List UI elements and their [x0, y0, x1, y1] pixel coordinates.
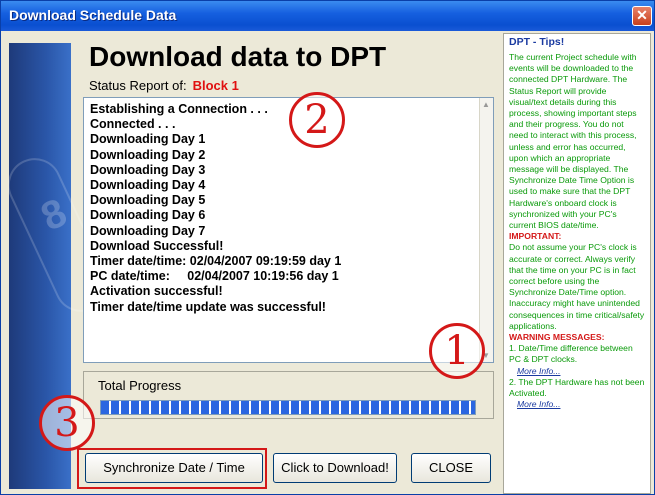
- tips-important-label: IMPORTANT:: [509, 231, 562, 242]
- tips-warning-2: 2. The DPT Hardware has not been Activat…: [509, 376, 645, 399]
- status-log[interactable]: ▲ ▼ Establishing a Connection . . . Conne…: [83, 97, 494, 363]
- click-to-download-button[interactable]: Click to Download!: [273, 453, 397, 483]
- log-line: Downloading Day 7: [90, 223, 206, 238]
- annotation-marker-1: 1: [429, 323, 485, 379]
- log-line: Timer date/time: 02/04/2007 09:19:59 day…: [90, 254, 342, 269]
- log-line: Download Successful!: [90, 238, 224, 253]
- status-report-block: Block 1: [192, 78, 239, 93]
- log-line: Downloading Day 6: [90, 208, 206, 223]
- log-line: Downloading Day 5: [90, 193, 206, 208]
- log-line: Activation successful!: [90, 284, 223, 299]
- page-title: Download data to DPT: [89, 41, 387, 72]
- status-report-row: Status Report of: Block 1: [89, 78, 239, 93]
- tips-important-text: Do not assume your PC's clock is accurat…: [509, 242, 645, 331]
- log-scrollbar[interactable]: ▲ ▼: [479, 98, 493, 362]
- more-info-link-1[interactable]: More Info...: [517, 366, 645, 377]
- log-line: Downloading Day 1: [90, 132, 206, 147]
- tips-panel: DPT - Tips! The current Project schedule…: [503, 33, 651, 494]
- tips-title: DPT - Tips!: [509, 36, 565, 48]
- sync-button-highlight: [77, 448, 267, 489]
- progress-bar-fill: [101, 401, 475, 414]
- log-line: Timer date/time update was successful!: [90, 299, 326, 314]
- more-info-link-2[interactable]: More Info...: [517, 399, 645, 410]
- log-line: Downloading Day 2: [90, 147, 206, 162]
- log-line: Downloading Day 4: [90, 178, 206, 193]
- download-schedule-window: Download Schedule Data ✕ 8 Download data…: [0, 0, 655, 495]
- total-progress-panel: Total Progress: [83, 371, 494, 419]
- scroll-up-icon[interactable]: ▲: [482, 100, 490, 109]
- log-line: PC date/time: 02/04/2007 10:19:56 day 1: [90, 269, 339, 284]
- log-line: Downloading Day 3: [90, 162, 206, 177]
- window-close-button[interactable]: ✕: [632, 6, 652, 26]
- title-bar[interactable]: Download Schedule Data ✕: [1, 1, 654, 31]
- progress-label: Total Progress: [98, 378, 182, 393]
- tips-intro: The current Project schedule with events…: [509, 52, 637, 231]
- annotation-marker-3: 3: [39, 395, 95, 451]
- close-button[interactable]: CLOSE: [411, 453, 491, 483]
- annotation-marker-2: 2: [289, 92, 345, 148]
- tips-warning-label: WARNING MESSAGES:: [509, 332, 605, 343]
- window-title: Download Schedule Data: [9, 7, 177, 23]
- tips-warning-1: 1. Date/Time difference between PC & DPT…: [509, 343, 633, 365]
- progress-bar: [100, 400, 476, 415]
- status-report-label: Status Report of:: [89, 78, 187, 93]
